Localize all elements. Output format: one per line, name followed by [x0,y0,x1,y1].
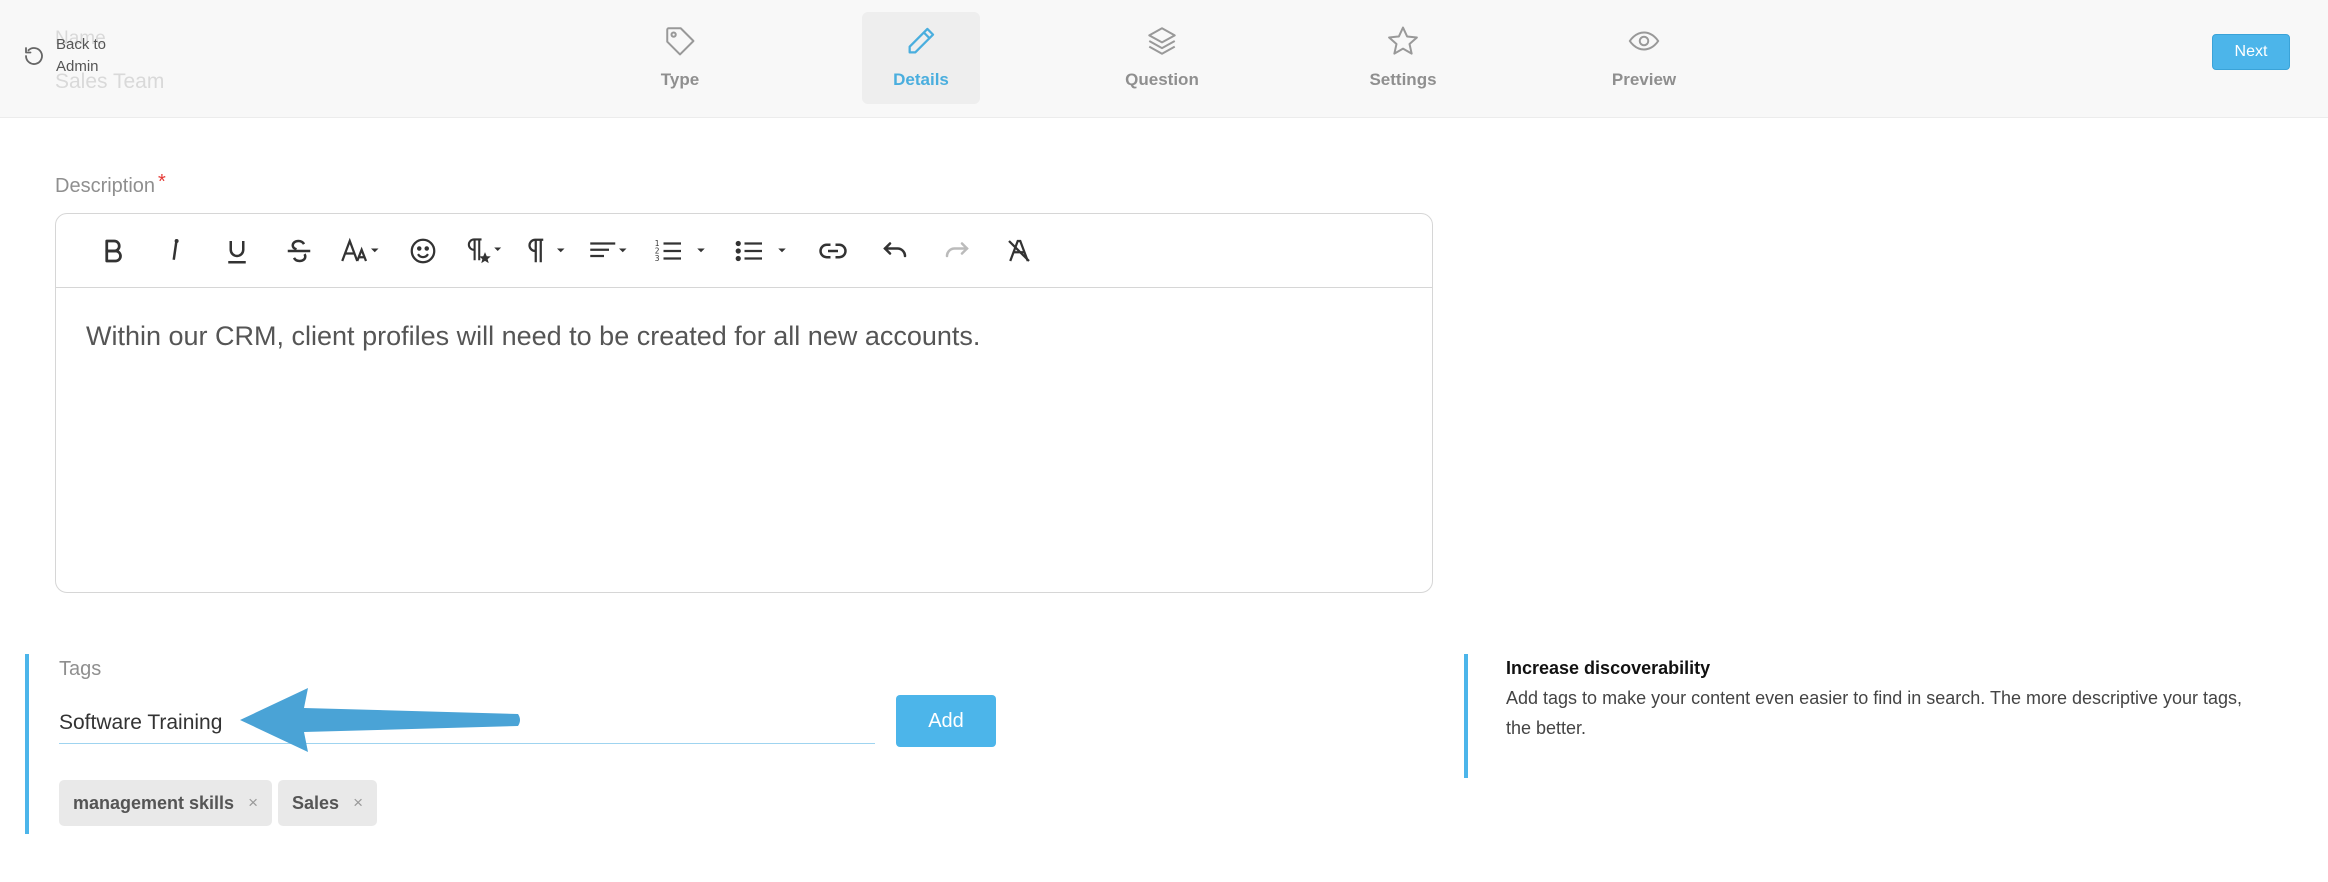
discoverability-info: Increase discoverability Add tags to mak… [1464,654,2264,778]
bold-icon [105,239,122,262]
undo-button[interactable] [864,214,926,288]
paragraph-format-button[interactable] [516,214,578,288]
ordered-list-icon: 123 [655,239,705,263]
info-text: Add tags to make your content even easie… [1506,688,2243,738]
paragraph-style-button[interactable] [454,214,516,288]
emoji-button[interactable] [392,214,454,288]
top-bar: Name Sales Team Back to Admin Type Detai… [0,0,2328,118]
step-details-label: Details [893,70,949,89]
add-tag-button[interactable]: Add [896,695,996,747]
tag-chip: management skills × [59,780,273,826]
step-settings-label: Settings [1369,70,1437,89]
star-icon [1388,26,1418,55]
tag-chip: Sales × [278,780,377,826]
info-title: Increase discoverability [1506,658,1711,678]
underline-button[interactable] [206,214,268,288]
link-icon [819,243,847,258]
wizard-steps: Type Details Question Settings Preview [0,12,2328,106]
font-size-icon [341,237,379,261]
redo-button[interactable] [926,214,988,288]
emoji-icon [410,238,436,263]
italic-icon [172,238,179,260]
remove-tag-icon[interactable]: × [248,793,258,813]
remove-tag-icon[interactable]: × [353,793,363,813]
step-details[interactable]: Details [862,12,980,104]
required-asterisk: * [158,171,166,193]
tag-icon [666,27,695,56]
editor-toolbar: 123 [56,214,1432,288]
tags-section: Tags Add management skills × Sales × [25,654,1005,834]
undo-icon [883,241,907,257]
tags-label: Tags [59,658,102,680]
tag-chip-label: management skills [73,792,235,813]
underline-icon [228,240,246,263]
unordered-list-icon [735,240,786,261]
step-preview-label: Preview [1611,70,1677,89]
clear-format-button[interactable] [988,214,1050,288]
step-preview[interactable]: Preview [1585,12,1703,104]
italic-button[interactable] [144,214,206,288]
align-button[interactable] [578,214,640,288]
tag-chip-label: Sales [292,792,340,813]
redo-icon [945,241,969,257]
step-type-label: Type [660,70,700,89]
pencil-icon [908,27,935,54]
strikethrough-button[interactable] [268,214,330,288]
step-question-label: Question [1125,70,1199,89]
tag-input[interactable] [59,702,875,744]
tag-list: management skills × Sales × [59,780,377,826]
paragraph-style-icon [467,237,502,263]
step-question[interactable]: Question [1103,12,1221,104]
font-size-button[interactable] [330,214,392,288]
step-settings[interactable]: Settings [1344,12,1462,104]
layers-icon [1148,27,1176,55]
link-button[interactable] [802,214,864,288]
description-label-text: Description [55,175,156,197]
description-content[interactable]: Within our CRM, client profiles will nee… [56,288,1432,384]
next-button[interactable]: Next [2212,34,2290,70]
strikethrough-icon [287,239,311,262]
align-icon [590,241,627,257]
step-type[interactable]: Type [621,12,739,104]
eye-icon [1628,31,1660,51]
description-label: Description * [55,171,166,198]
paragraph-format-icon [528,238,565,262]
bold-button[interactable] [82,214,144,288]
svg-text:3: 3 [655,254,660,263]
description-editor: 123 Within our CRM, client profiles will… [55,213,1433,593]
ordered-list-button[interactable]: 123 [640,214,722,288]
clear-format-icon [1008,239,1030,262]
unordered-list-button[interactable] [722,214,802,288]
